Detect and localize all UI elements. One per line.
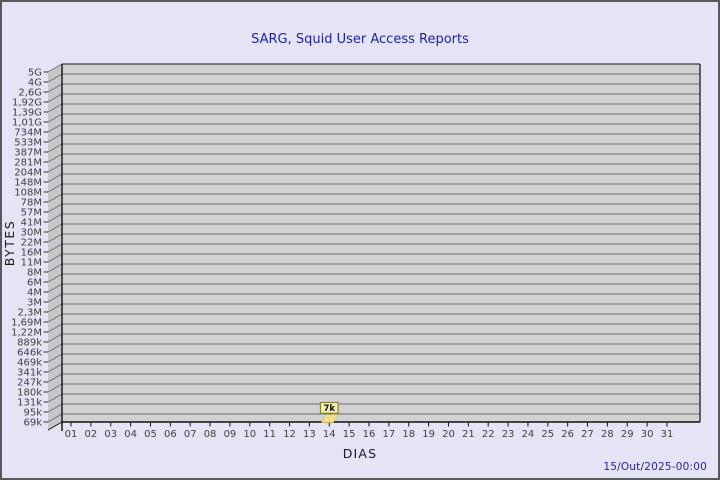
y-tick-label: 69k xyxy=(23,418,42,429)
x-tick-label: 02 xyxy=(84,429,97,440)
x-tick-label: 03 xyxy=(104,429,117,440)
x-tick-label: 30 xyxy=(641,429,654,440)
x-tick-label: 08 xyxy=(204,429,217,440)
sarg-report-page: SARG, Squid User Access Reports Período:… xyxy=(0,0,720,480)
x-tick-label: 07 xyxy=(184,429,197,440)
x-tick-label: 22 xyxy=(482,429,495,440)
x-tick-label: 17 xyxy=(383,429,396,440)
plot-area xyxy=(62,64,700,422)
x-tick-label: 29 xyxy=(621,429,634,440)
x-tick-label: 25 xyxy=(541,429,554,440)
x-tick-label: 19 xyxy=(422,429,435,440)
x-tick-label: 27 xyxy=(581,429,594,440)
x-tick-label: 15 xyxy=(343,429,356,440)
x-tick-label: 28 xyxy=(601,429,614,440)
x-tick-label: 24 xyxy=(522,429,535,440)
x-tick-label: 06 xyxy=(164,429,177,440)
x-axis-title: DIAS xyxy=(343,446,378,461)
x-tick-label: 12 xyxy=(283,429,296,440)
generation-timestamp: 15/Out/2025-00:00 xyxy=(603,461,707,473)
y-axis-title: BYTES xyxy=(2,220,17,267)
x-tick-label: 31 xyxy=(661,429,674,440)
x-tick-label: 10 xyxy=(243,429,256,440)
x-tick-label: 04 xyxy=(124,429,137,440)
x-tick-label: 18 xyxy=(402,429,415,440)
x-tick-label: 16 xyxy=(363,429,376,440)
x-tick-label: 26 xyxy=(561,429,574,440)
x-tick-label: 11 xyxy=(263,429,276,440)
x-tick-label: 20 xyxy=(442,429,455,440)
x-tick-label: 13 xyxy=(303,429,316,440)
x-tick-label: 14 xyxy=(323,429,336,440)
bar-value-label: 7k xyxy=(323,404,335,414)
x-tick-label: 21 xyxy=(462,429,475,440)
x-tick-label: 09 xyxy=(224,429,237,440)
x-tick-label: 23 xyxy=(502,429,515,440)
bytes-per-day-bar-chart: 5G4G2,6G1,92G1,39G1,01G734M533M387M281M2… xyxy=(2,63,701,461)
x-tick-label: 05 xyxy=(144,429,157,440)
x-tick-label: 01 xyxy=(65,429,78,440)
